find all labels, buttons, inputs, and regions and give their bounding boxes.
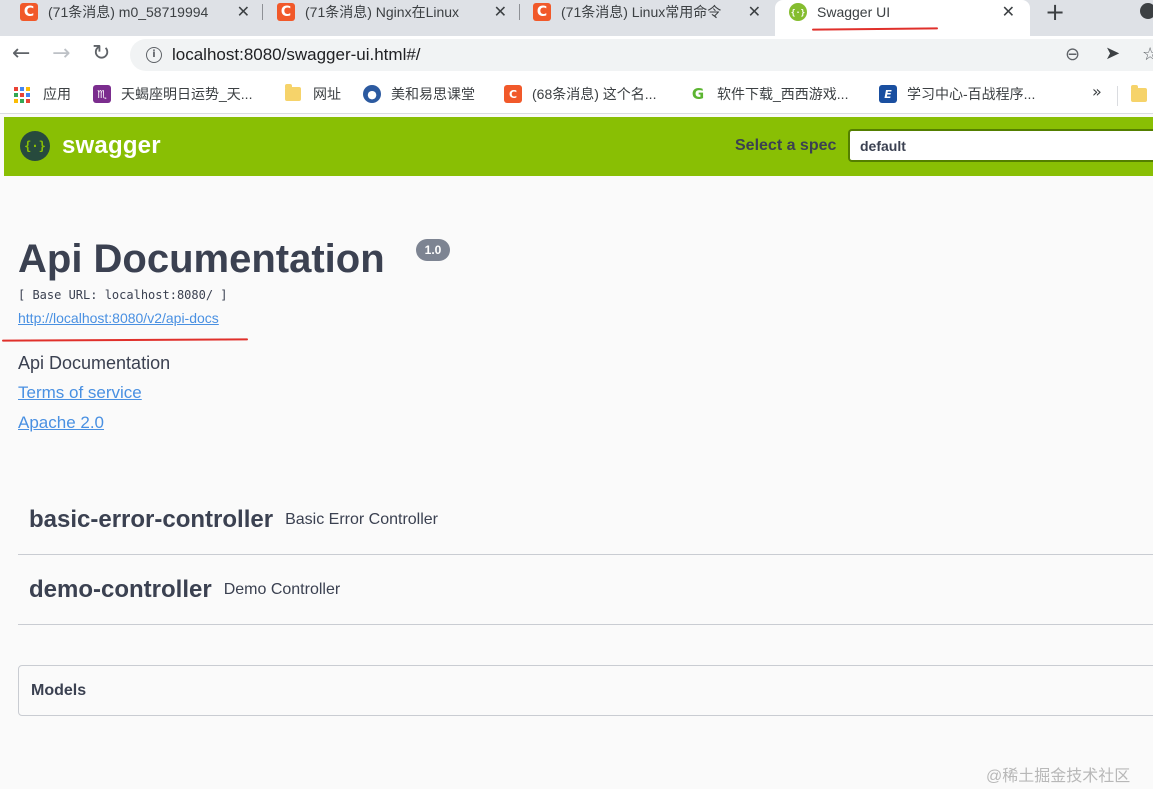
models-section[interactable]: Models <box>18 665 1153 716</box>
apps-grid-icon <box>13 85 31 103</box>
tab-title: Swagger UI <box>817 4 891 20</box>
forward-arrow-icon[interactable]: → <box>52 41 70 66</box>
bookmark-apps[interactable]: 应用 <box>13 84 71 104</box>
bookmark-star-icon[interactable]: ☆ <box>1142 44 1153 65</box>
tab-divider <box>262 4 263 20</box>
new-tab-button[interactable]: + <box>1045 0 1065 26</box>
bookmarks-divider <box>1117 86 1118 106</box>
bookmark-horoscope[interactable]: ♏ 天蝎座明日运势_天... <box>93 84 252 104</box>
bookmarks-bar: 应用 ♏ 天蝎座明日运势_天... 网址 ● 美和易思课堂 C (68条消息) … <box>0 76 1153 114</box>
tab-title: (71条消息) Nginx在Linux <box>305 4 460 20</box>
tab-title: (71条消息) Linux常用命令 <box>561 4 722 20</box>
bookmark-label: 软件下载_西西游戏... <box>717 86 849 102</box>
swagger-icon: {·} <box>789 3 807 21</box>
csdn-c-icon: C <box>504 85 522 103</box>
folder-icon <box>285 84 301 101</box>
select-spec-label: Select a spec <box>735 137 837 154</box>
tab-csdn-3[interactable]: C (71条消息) Linux常用命令 ✕ <box>533 0 769 24</box>
reload-icon[interactable]: ↻ <box>92 41 110 66</box>
license-link[interactable]: Apache 2.0 <box>18 413 104 433</box>
back-arrow-icon[interactable]: ← <box>12 41 30 66</box>
bookmark-study[interactable]: E 学习中心-百战程序... <box>879 84 1035 104</box>
csdn-c-icon: C <box>277 3 295 21</box>
tab-title: (71条消息) m0_58719994 <box>48 4 209 20</box>
watermark: @稀土掘金技术社区 <box>986 768 1131 785</box>
download-icon: G <box>691 85 705 103</box>
close-icon[interactable]: ✕ <box>237 2 250 21</box>
horoscope-icon: ♏ <box>93 85 111 103</box>
send-icon[interactable]: ➤ <box>1105 43 1120 64</box>
school-icon: ● <box>363 85 381 103</box>
api-description: Api Documentation <box>18 353 171 373</box>
tag-description: Demo Controller <box>223 580 341 598</box>
bookmark-label: (68条消息) 这个名... <box>532 86 657 102</box>
api-title: Api Documentation <box>18 237 385 281</box>
site-info-icon[interactable]: i <box>146 47 162 63</box>
bookmark-label: 应用 <box>43 86 71 102</box>
browser-tab-strip: C (71条消息) m0_58719994 ✕ C (71条消息) Nginx在… <box>0 0 1153 36</box>
tag-description: Basic Error Controller <box>285 510 439 528</box>
tag-basic-error-controller[interactable]: basic-error-controller Basic Error Contr… <box>18 485 1153 555</box>
tag-demo-controller[interactable]: demo-controller Demo Controller <box>18 555 1153 625</box>
swagger-brand: swagger <box>62 132 161 159</box>
csdn-c-icon: C <box>533 3 551 21</box>
bookmark-label: 天蝎座明日运势_天... <box>121 86 253 102</box>
bookmark-folder-urls[interactable]: 网址 <box>285 84 341 104</box>
close-icon[interactable]: ✕ <box>748 2 761 21</box>
bookmark-label: 美和易思课堂 <box>391 86 475 102</box>
url-text: localhost:8080/swagger-ui.html#/ <box>172 45 421 64</box>
terms-of-service-link[interactable]: Terms of service <box>18 383 142 403</box>
csdn-c-icon: C <box>20 3 38 21</box>
tab-divider <box>519 4 520 20</box>
swagger-topbar: {·} swagger Select a spec default <box>4 117 1153 176</box>
tab-csdn-1[interactable]: C (71条消息) m0_58719994 ✕ <box>20 0 258 24</box>
bookmark-download[interactable]: G 软件下载_西西游戏... <box>689 84 849 104</box>
close-icon[interactable]: ✕ <box>494 2 507 21</box>
browser-toolbar: ← → ↻ i localhost:8080/swagger-ui.html#/… <box>0 36 1153 76</box>
tag-name: basic-error-controller <box>29 505 274 533</box>
tag-name: demo-controller <box>29 575 212 603</box>
tab-csdn-2[interactable]: C (71条消息) Nginx在Linux ✕ <box>277 0 515 24</box>
tab-swagger-content: {·} Swagger UI ✕ <box>789 0 1029 24</box>
close-icon[interactable]: ✕ <box>1002 2 1015 21</box>
bookmark-label: 网址 <box>313 86 341 102</box>
bookmark-csdn[interactable]: C (68条消息) 这个名... <box>504 84 656 104</box>
bookmark-school[interactable]: ● 美和易思课堂 <box>363 84 475 104</box>
swagger-logo-icon: {·} <box>20 131 50 161</box>
other-bookmarks-folder-icon[interactable] <box>1131 85 1147 102</box>
zoom-icon[interactable]: ⊖ <box>1065 44 1080 65</box>
version-badge: 1.0 <box>416 239 450 261</box>
annotation-underline <box>1 338 249 342</box>
spec-select[interactable]: default <box>848 129 1153 162</box>
bookmark-label: 学习中心-百战程序... <box>907 86 1036 102</box>
tab-search-icon[interactable] <box>1140 3 1153 19</box>
study-icon: E <box>879 85 897 103</box>
api-docs-link[interactable]: http://localhost:8080/v2/api-docs <box>18 310 219 326</box>
base-url: [ Base URL: localhost:8080/ ] <box>18 288 228 302</box>
address-bar[interactable]: i localhost:8080/swagger-ui.html#/ ⊖ ➤ ☆ <box>130 39 1153 71</box>
bookmarks-overflow-button[interactable]: » <box>1092 82 1102 101</box>
